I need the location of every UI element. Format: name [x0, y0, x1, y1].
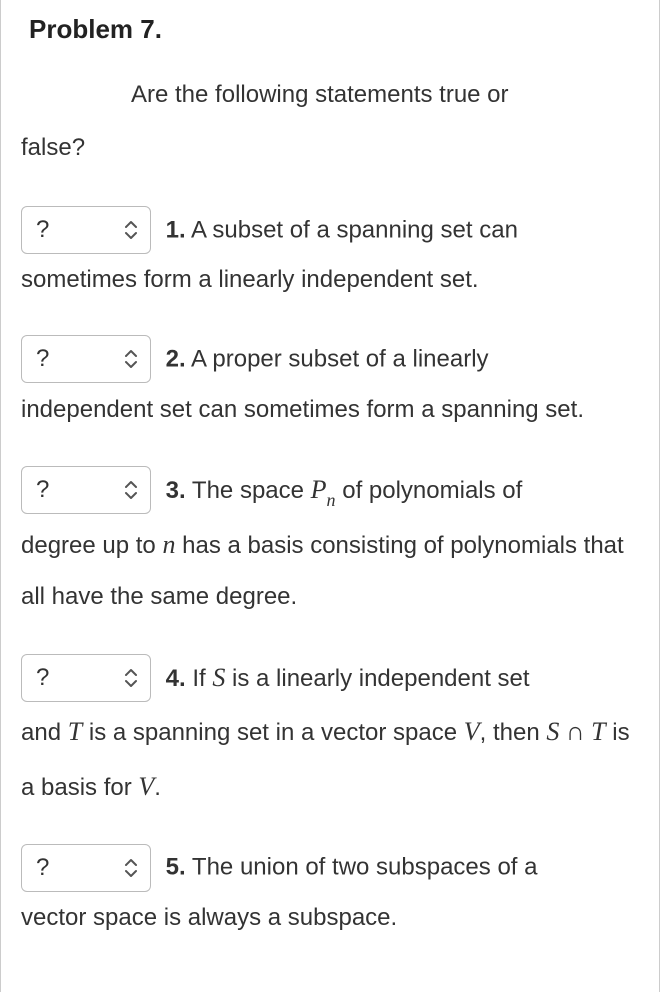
math-var: T — [68, 717, 82, 746]
select-value: ? — [36, 334, 49, 384]
statement-lead-b: is a linearly independent set — [225, 665, 529, 692]
chevron-up-down-icon — [124, 857, 138, 879]
statement-rest: and T is a spanning set in a vector spac… — [21, 719, 630, 801]
statement-number: 1. — [166, 216, 186, 243]
statement-number: 4. — [166, 665, 186, 692]
statement-2: ? 2. A proper subset of a linearly indep… — [21, 334, 639, 435]
answer-select-1[interactable]: ? — [21, 206, 151, 254]
problem-prompt: Are the following statements true or fal… — [21, 69, 639, 205]
chevron-up-down-icon — [124, 667, 138, 689]
chevron-up-down-icon — [124, 479, 138, 501]
math-sub: n — [327, 490, 336, 510]
statement-lead: A subset of a spanning set can — [186, 216, 518, 243]
statement-lead-a: If — [186, 665, 213, 692]
statement-4: ? 4. If S is a linearly independent set … — [21, 651, 639, 815]
select-value: ? — [36, 205, 49, 255]
prompt-line2: false? — [21, 134, 85, 161]
problem-header: Problem 7. — [21, 0, 639, 69]
statement-rest-a: and — [21, 719, 68, 746]
statement-rest-e: . — [154, 774, 161, 801]
statement-rest: degree up to n has a basis consisting of… — [21, 532, 624, 611]
answer-select-3[interactable]: ? — [21, 466, 151, 514]
statement-lead-b: of polynomials of — [336, 477, 523, 504]
statement-rest: vector space is always a subspace. — [21, 904, 397, 931]
statement-number: 3. — [166, 477, 186, 504]
chevron-up-down-icon — [124, 219, 138, 241]
statement-text: 4. If S is a linearly independent set — [166, 665, 530, 692]
answer-select-5[interactable]: ? — [21, 844, 151, 892]
select-value: ? — [36, 843, 49, 893]
problem-container: Problem 7. Are the following statements … — [0, 0, 660, 992]
statement-5: ? 5. The union of two subspaces of a vec… — [21, 842, 639, 943]
statement-rest: independent set can sometimes form a spa… — [21, 396, 584, 423]
statement-text: 5. The union of two subspaces of a — [166, 854, 538, 881]
prompt-line1: Are the following statements true or — [131, 81, 509, 108]
statement-lead: A proper subset of a linearly — [186, 345, 489, 372]
statement-1: ? 1. A subset of a spanning set can some… — [21, 205, 639, 306]
select-value: ? — [36, 465, 49, 515]
statement-number: 5. — [166, 854, 186, 881]
math-op: ∩ — [559, 717, 591, 746]
statement-lead-a: The space — [186, 477, 311, 504]
answer-select-4[interactable]: ? — [21, 654, 151, 702]
math-var: V — [138, 772, 154, 801]
statement-text: 2. A proper subset of a linearly — [166, 345, 489, 372]
statement-text: 1. A subset of a spanning set can — [166, 216, 518, 243]
statement-rest-a: degree up to — [21, 532, 162, 559]
statement-rest-c: , then — [480, 719, 547, 746]
select-value: ? — [36, 653, 49, 703]
statement-rest-b: is a spanning set in a vector space — [82, 719, 464, 746]
statement-lead: The union of two subspaces of a — [186, 854, 538, 881]
chevron-up-down-icon — [124, 348, 138, 370]
statement-3: ? 3. The space Pn of polynomials of degr… — [21, 463, 639, 623]
statement-text: 3. The space Pn of polynomials of — [166, 477, 523, 504]
statement-number: 2. — [166, 345, 186, 372]
math-var: V — [464, 717, 480, 746]
math-var: S — [546, 717, 559, 746]
math-var: n — [162, 530, 175, 559]
math-var: P — [311, 475, 327, 504]
math-var: T — [591, 717, 605, 746]
answer-select-2[interactable]: ? — [21, 335, 151, 383]
math-var: S — [212, 663, 225, 692]
statement-rest: sometimes form a linearly independent se… — [21, 266, 479, 293]
